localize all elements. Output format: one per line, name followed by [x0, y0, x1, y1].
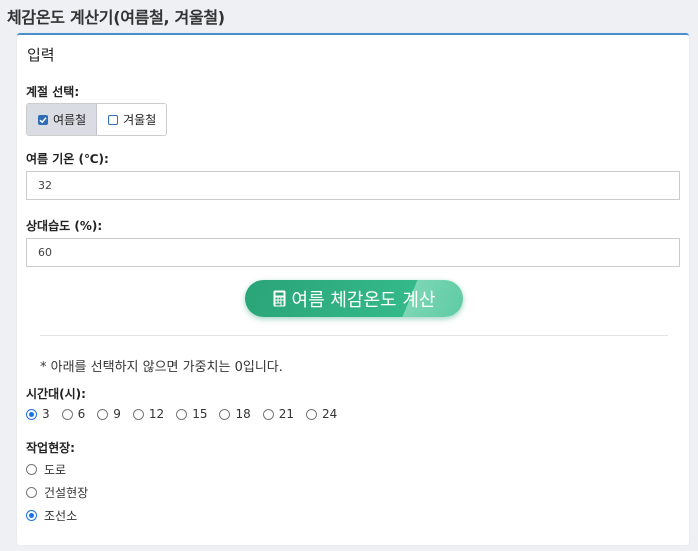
radio-icon	[97, 408, 109, 420]
hour-option-6[interactable]: 6	[61, 407, 85, 421]
checkbox-checked-icon	[38, 114, 48, 125]
season-winter-label: 겨울철	[123, 113, 157, 127]
radio-icon	[61, 408, 73, 420]
hour-option-24[interactable]: 24	[306, 407, 337, 421]
temperature-label: 여름 기온 (℃):	[26, 152, 109, 166]
hour-option-15[interactable]: 15	[176, 407, 207, 421]
season-label: 계절 선택:	[26, 85, 80, 99]
radio-icon	[219, 408, 231, 420]
temperature-input[interactable]	[26, 171, 680, 200]
humidity-input[interactable]	[26, 238, 680, 267]
radio-icon	[176, 408, 188, 420]
season-summer-label: 여름철	[53, 113, 87, 127]
site-option-construction[interactable]: 건설현장	[26, 484, 88, 501]
site-option-road[interactable]: 도로	[26, 461, 66, 478]
calculator-icon	[273, 290, 286, 307]
hours-label: 시간대(시):	[26, 387, 86, 401]
card-title: 입력	[27, 46, 55, 64]
hour-option-9[interactable]: 9	[97, 407, 121, 421]
season-toggle-group: 여름철 겨울철	[26, 103, 168, 136]
season-winter-button[interactable]: 겨울철	[97, 104, 167, 135]
season-summer-button[interactable]: 여름철	[27, 104, 98, 135]
page-title: 체감온도 계산기(여름철, 겨울철)	[7, 8, 225, 27]
radio-checked-icon	[26, 408, 37, 420]
radio-icon	[26, 487, 37, 498]
radio-icon	[132, 408, 144, 420]
hour-option-12[interactable]: 12	[132, 407, 164, 421]
hour-option-18[interactable]: 18	[219, 407, 251, 421]
site-label: 작업현장:	[26, 441, 75, 455]
calculate-button-label: 여름 체감온도 계산	[291, 289, 436, 311]
weight-note: * 아래를 선택하지 않으면 가중치는 0입니다.	[40, 360, 283, 375]
radio-icon	[262, 408, 274, 420]
radio-icon	[306, 408, 318, 420]
input-card: 입력 계절 선택: 여름철 겨울철 여름 기온 (℃): 상대습도 (%):	[17, 33, 689, 545]
hours-radio-group: 3 6 9 12 15 18 21 24	[26, 407, 349, 421]
checkbox-unchecked-icon	[108, 114, 119, 125]
site-option-shipyard[interactable]: 조선소	[26, 507, 77, 524]
radio-icon	[26, 464, 37, 475]
hour-option-21[interactable]: 21	[262, 407, 294, 421]
divider	[40, 335, 668, 336]
humidity-label: 상대습도 (%):	[26, 219, 103, 233]
radio-checked-icon	[26, 510, 37, 521]
calculate-button[interactable]: 여름 체감온도 계산	[245, 280, 463, 317]
hour-option-3[interactable]: 3	[26, 407, 50, 421]
